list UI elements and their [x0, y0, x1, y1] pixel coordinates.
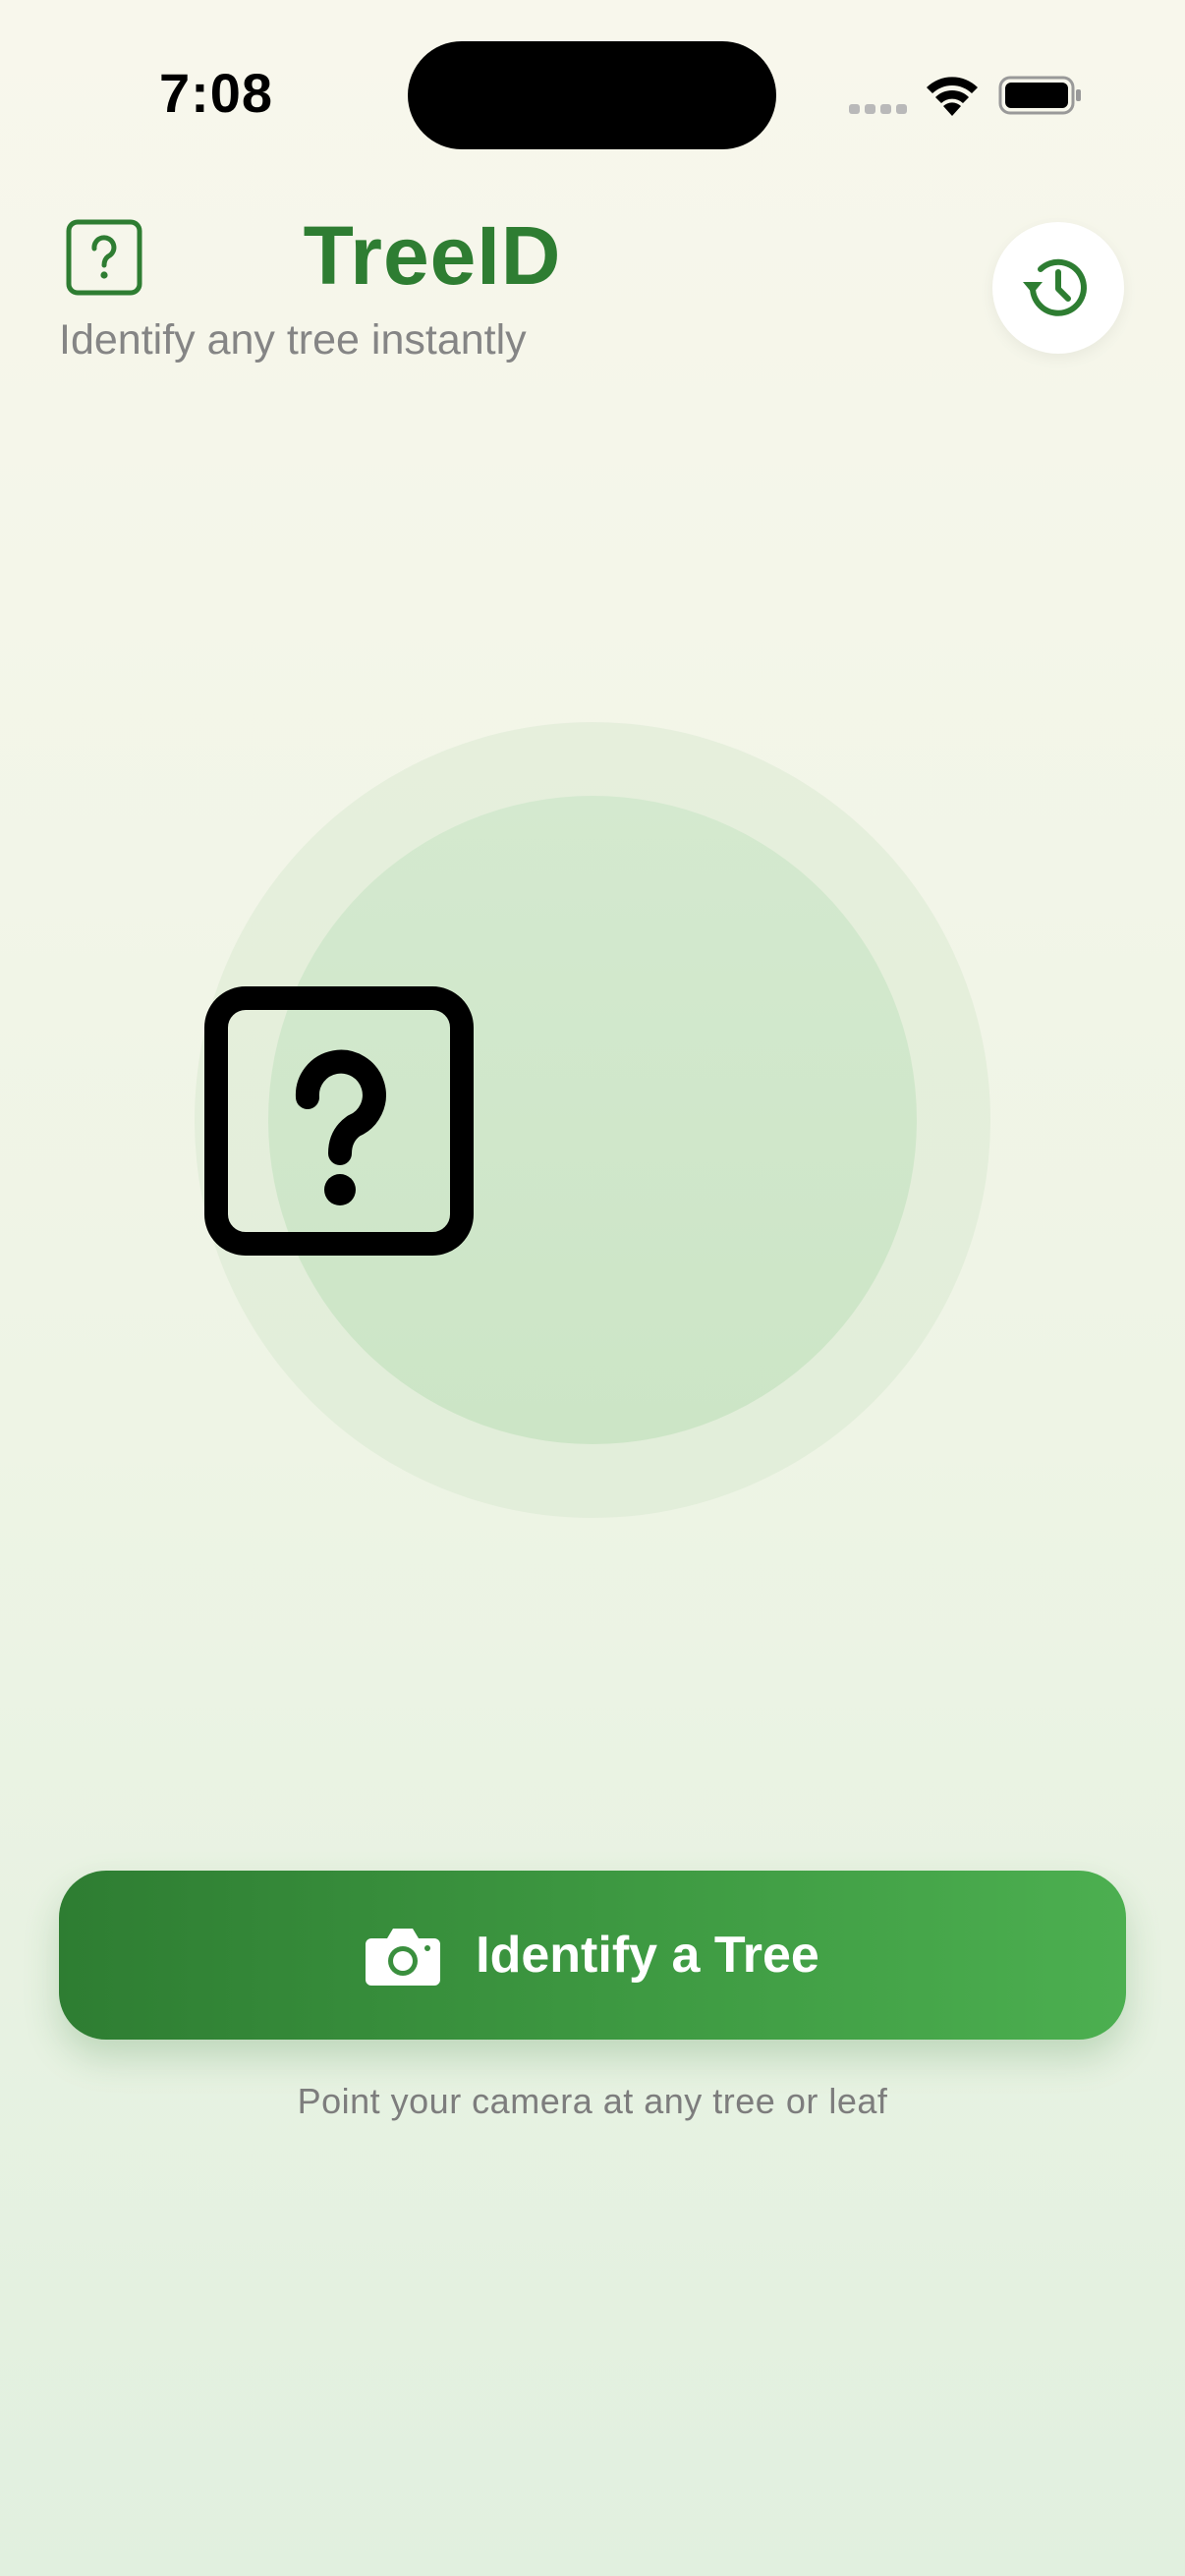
- wifi-icon: [927, 77, 978, 116]
- battery-icon: [998, 76, 1081, 115]
- identify-tree-label: Identify a Tree: [476, 1927, 819, 1984]
- dynamic-island: [408, 41, 776, 149]
- cellular-signal-icon: [849, 104, 907, 114]
- history-clock-icon: [1023, 258, 1087, 316]
- app-title: TreeID: [303, 209, 562, 302]
- question-square-icon: [204, 986, 474, 1256]
- status-bar: 7:08: [0, 0, 1185, 187]
- app-subtitle: Identify any tree instantly: [59, 316, 527, 364]
- history-button[interactable]: [992, 222, 1124, 354]
- question-square-icon: [66, 219, 142, 296]
- status-time: 7:08: [158, 62, 274, 124]
- identify-tree-button[interactable]: Identify a Tree: [59, 1871, 1126, 2040]
- camera-hint-text: Point your camera at any tree or leaf: [297, 2081, 888, 2121]
- camera-icon: [366, 1929, 441, 1986]
